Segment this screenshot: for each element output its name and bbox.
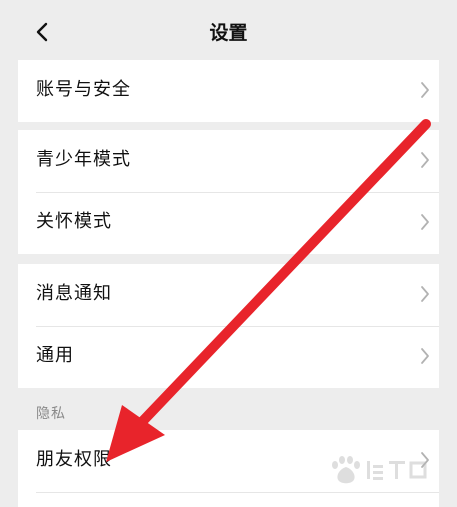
divider bbox=[36, 192, 439, 193]
settings-item-label: 青少年模式 bbox=[36, 149, 131, 170]
nav-header: 设置 bbox=[0, 0, 457, 62]
section-label-privacy: 隐私 bbox=[36, 406, 66, 422]
settings-item-general[interactable]: 通用 bbox=[18, 326, 439, 388]
divider bbox=[36, 326, 439, 327]
chevron-right-icon bbox=[421, 348, 429, 364]
settings-item-care-mode[interactable]: 关怀模式 bbox=[18, 192, 439, 254]
settings-screen: 设置 账号与安全 青少年模式 关怀模式 消息通知 通用 隐私 朋友权限 bbox=[0, 0, 457, 507]
settings-item-next[interactable] bbox=[18, 492, 439, 507]
chevron-right-icon bbox=[421, 152, 429, 168]
settings-item-notifications[interactable]: 消息通知 bbox=[18, 264, 439, 326]
settings-item-label: 账号与安全 bbox=[36, 79, 131, 100]
baidu-watermark-logo bbox=[332, 456, 427, 484]
chevron-right-icon bbox=[421, 214, 429, 230]
divider bbox=[36, 492, 439, 493]
settings-item-label: 消息通知 bbox=[36, 283, 112, 304]
page-title: 设置 bbox=[209, 22, 248, 44]
chevron-right-icon bbox=[421, 82, 429, 98]
settings-group-modes: 青少年模式 关怀模式 bbox=[18, 130, 439, 254]
settings-item-teen-mode[interactable]: 青少年模式 bbox=[18, 130, 439, 192]
settings-item-account-security[interactable]: 账号与安全 bbox=[18, 60, 439, 122]
chevron-right-icon bbox=[421, 286, 429, 302]
settings-group-account: 账号与安全 bbox=[18, 60, 439, 122]
settings-item-label: 关怀模式 bbox=[36, 211, 112, 232]
settings-item-label: 通用 bbox=[36, 345, 74, 366]
settings-item-label: 朋友权限 bbox=[36, 449, 112, 470]
settings-group-general: 消息通知 通用 bbox=[18, 264, 439, 388]
